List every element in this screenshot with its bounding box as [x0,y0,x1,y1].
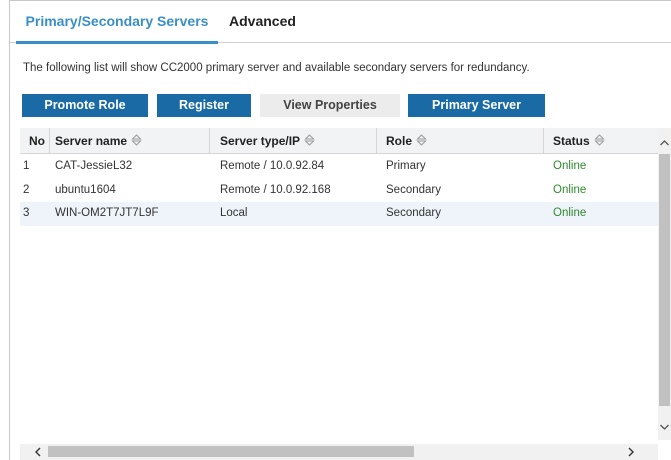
cell-server-name: ubuntu1604 [55,183,116,196]
promote-role-button[interactable]: Promote Role [22,94,148,117]
cell-role: Primary [386,160,426,172]
column-header-server-name[interactable]: Server name [55,128,142,154]
table-row[interactable]: 3 WIN-OM2T7JT7L9F Local Secondary Online [20,202,658,226]
page-description: The following list will show CC2000 prim… [23,62,530,74]
horizontal-scroll-thumb[interactable] [48,446,414,457]
primary-server-button[interactable]: Primary Server [408,94,545,117]
cell-server-type-ip: Remote / 10.0.92.84 [220,160,325,172]
cell-server-name: WIN-OM2T7JT7L9F [55,207,159,219]
sort-updown-icon[interactable] [416,129,427,155]
table-header: No Server name Server type/IP Role Statu… [20,128,671,154]
table-body: 1 CAT-JessieL32 Remote / 10.0.92.84 Prim… [20,155,658,226]
view-properties-button[interactable]: View Properties [260,94,400,117]
cell-role: Secondary [386,183,441,196]
cell-server-name: CAT-JessieL32 [55,160,133,172]
vertical-scroll-thumb[interactable] [659,154,670,406]
cell-server-type-ip: Local [220,207,248,219]
column-divider[interactable] [209,128,210,154]
cell-role: Secondary [386,207,441,219]
cell-status: Online [553,207,587,219]
column-header-role[interactable]: Role [386,128,427,154]
cell-server-type-ip: Remote / 10.0.92.168 [220,183,331,196]
column-header-status[interactable]: Status [553,128,605,154]
chevron-up-icon[interactable] [659,136,670,150]
chevron-right-icon[interactable] [623,444,639,460]
chevron-down-icon[interactable] [659,420,670,434]
table-row[interactable]: 2 ubuntu1604 Remote / 10.0.92.168 Second… [20,179,658,203]
cell-no: 2 [23,183,30,196]
cell-status: Online [553,160,587,172]
server-table: No Server name Server type/IP Role Statu… [20,128,671,460]
column-divider[interactable] [543,128,544,154]
tab-bar: Primary/Secondary Servers Advanced [10,0,671,44]
sort-updown-icon[interactable] [593,129,605,155]
tab-primary-secondary-servers[interactable]: Primary/Secondary Servers [16,0,218,44]
column-divider[interactable] [376,128,377,154]
cell-status: Online [553,183,587,196]
column-header-server-type-ip[interactable]: Server type/IP [220,128,315,154]
vertical-scrollbar[interactable] [658,128,671,440]
cell-no: 1 [23,160,30,172]
column-header-no[interactable]: No [29,128,45,154]
tab-advanced[interactable]: Advanced [229,0,296,43]
chevron-left-icon[interactable] [30,444,46,460]
sort-updown-icon[interactable] [131,129,142,155]
horizontal-scrollbar[interactable] [20,444,658,460]
column-divider[interactable] [49,128,50,154]
register-button[interactable]: Register [157,94,251,117]
cell-no: 3 [23,207,30,219]
table-row[interactable]: 1 CAT-JessieL32 Remote / 10.0.92.84 Prim… [20,155,658,179]
sort-updown-icon[interactable] [304,129,315,155]
